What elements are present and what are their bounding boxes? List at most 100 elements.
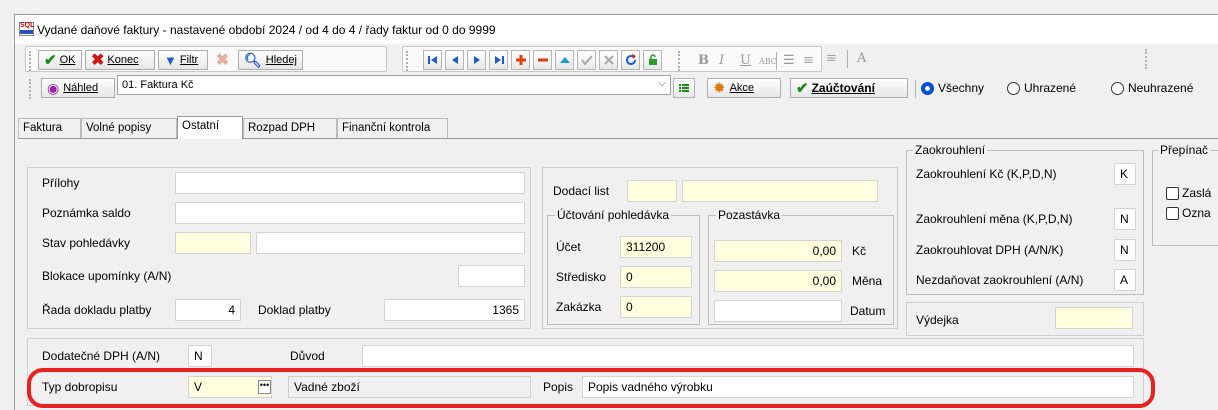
refresh-icon[interactable] [621,50,640,70]
checkbox-zaslano[interactable]: Zaslá [1166,186,1211,200]
radio-neuhrazene[interactable]: Neuhrazené [1111,81,1193,95]
checkbox-box[interactable] [1166,206,1179,220]
stav-desc-input[interactable] [256,232,525,254]
underline-button[interactable]: U [740,53,751,68]
dodatecne-input[interactable]: N [188,345,212,367]
hledej-button[interactable]: 🔍︎ Hledej [238,50,303,70]
strikethrough-button[interactable]: ABC [759,57,777,66]
italic-button[interactable]: I [719,53,724,68]
align-center-icon[interactable]: ≡ [803,53,814,68]
datum-input[interactable] [714,300,842,322]
toolbar-grip[interactable] [1145,49,1149,69]
radio-dot[interactable] [921,81,934,95]
stredisko-label: Středisko [556,270,607,284]
nahled-button[interactable]: ◉ Náhled [41,78,115,98]
next-record-icon[interactable] [467,50,486,70]
konec-button[interactable]: ✖ Konec [85,50,155,70]
checkbox-label: Zaslá [1182,186,1212,200]
tab-faktura[interactable]: Faktura [18,118,81,138]
pozastavka-mena-input[interactable]: 0,00 [714,270,842,292]
stredisko-input[interactable]: 0 [620,266,692,288]
add-record-icon[interactable] [511,50,530,70]
delete-record-icon[interactable] [533,50,552,70]
app-icon: SQL [19,22,34,36]
zauctovani-button[interactable]: ✔ Zaúčtování [790,78,908,98]
report-list-icon[interactable] [673,78,695,98]
poznamka-input[interactable] [175,202,525,224]
filtr-label: Filtr [179,54,199,66]
clear-filter-icon[interactable]: ✖ [213,50,232,70]
rada-input[interactable]: 4 [175,299,241,321]
last-record-icon[interactable] [489,50,508,70]
ok-button[interactable]: ✔ OK [38,50,82,70]
checkbox-oznaceno[interactable]: Ozna [1166,206,1211,220]
main-toolbar: ✔ OK ✖ Konec ▼ Filtr ✖ 🔍︎ Hledej B I U A… [15,45,1218,73]
filter-icon: ▼ [164,52,177,68]
doklad-input[interactable]: 1365 [384,299,525,321]
close-icon: ✖ [91,52,105,69]
pozastavka-kc-label: Kč [852,244,867,258]
edit-record-icon[interactable] [555,50,574,70]
chevron-down-icon[interactable]: ⌵ [658,78,666,89]
filtr-button[interactable]: ▼ Filtr [158,50,208,70]
ucet-input[interactable]: 311200 [620,236,692,258]
pozastavka-kc-input[interactable]: 0,00 [714,240,842,262]
zaokr-dph-label: Zaokrouhlovat DPH (A/N/K) [916,243,1064,257]
nezdanovat-label: Nezdaňovat zaokrouhlení (A/N) [916,273,1084,287]
toolbar-grip[interactable] [29,79,33,99]
akce-label: Akce [729,82,755,94]
tab-financni-kontrola[interactable]: Finanční kontrola [337,118,448,138]
zakazka-input[interactable]: 0 [620,296,692,318]
ucet-label: Účet [556,240,581,254]
dodaci-desc-input[interactable] [682,180,878,202]
list-icon[interactable]: ☰ [783,53,795,68]
rada-label: Řada dokladu platby [42,303,152,317]
prepinace-group-title: Přepínač [1158,143,1211,157]
akce-button[interactable]: ✹ Akce [707,78,781,98]
tab-volne-popisy[interactable]: Volné popisy [81,118,177,138]
bold-button[interactable]: B [698,53,709,68]
vydejka-input[interactable] [1055,307,1133,329]
zaokr-kc-label: Zaokrouhlení Kč (K,P,D,N) [916,167,1057,181]
lock-icon[interactable] [643,50,662,70]
confirm-edit-icon[interactable] [577,50,596,70]
prilohy-input[interactable] [175,172,525,194]
tab-ostatni[interactable]: Ostatní [177,116,243,139]
toolbar-group-navigation: B I U ABC ☰ ≡ [402,46,822,72]
cancel-edit-icon[interactable] [599,50,618,70]
font-color-button[interactable]: A [857,51,866,66]
toolbar-grip[interactable] [678,51,682,71]
radio-vsechny[interactable]: Všechny [921,81,984,95]
checkbox-box[interactable] [1166,186,1179,200]
pozastavka-group-title: Pozastávka [716,208,783,222]
zaokr-kc-input[interactable]: K [1114,163,1136,185]
hledej-label: Hledej [265,54,297,66]
prev-record-icon[interactable] [445,50,464,70]
toolbar-separator [915,80,916,98]
nezdanovat-input[interactable]: A [1114,269,1136,291]
pozastavka-mena-label: Měna [852,274,883,288]
radio-label: Neuhrazené [1128,81,1194,95]
align-right-icon[interactable]: ≡ [826,51,837,66]
duvod-input[interactable] [362,345,1134,367]
gear-icon: ✹ [713,80,726,97]
toolbar-grip[interactable] [29,51,33,71]
stav-label: Stav pohledávky [42,236,131,250]
tab-rozpad-dph[interactable]: Rozpad DPH [243,118,337,138]
doklad-label: Doklad platby [258,303,331,317]
radio-uhrazene[interactable]: Uhrazené [1007,81,1076,95]
zaokr-mena-input[interactable]: N [1114,208,1136,230]
report-select[interactable]: 01. Faktura Kč ⌵ [117,75,671,95]
uctovani-group-title: Účtování pohledávka [555,208,672,222]
duvod-label: Důvod [290,349,325,363]
radio-dot[interactable] [1007,81,1020,95]
first-record-icon[interactable] [423,50,442,70]
dodaci-code-input[interactable] [627,180,677,202]
blokace-input[interactable] [458,265,525,287]
checkbox-label: Ozna [1182,206,1211,220]
checkmark-icon: ✔ [44,52,57,69]
stav-code-input[interactable] [175,232,251,254]
radio-dot[interactable] [1111,81,1124,95]
zaokr-dph-input[interactable]: N [1114,239,1136,261]
toolbar-grip[interactable] [406,51,410,71]
